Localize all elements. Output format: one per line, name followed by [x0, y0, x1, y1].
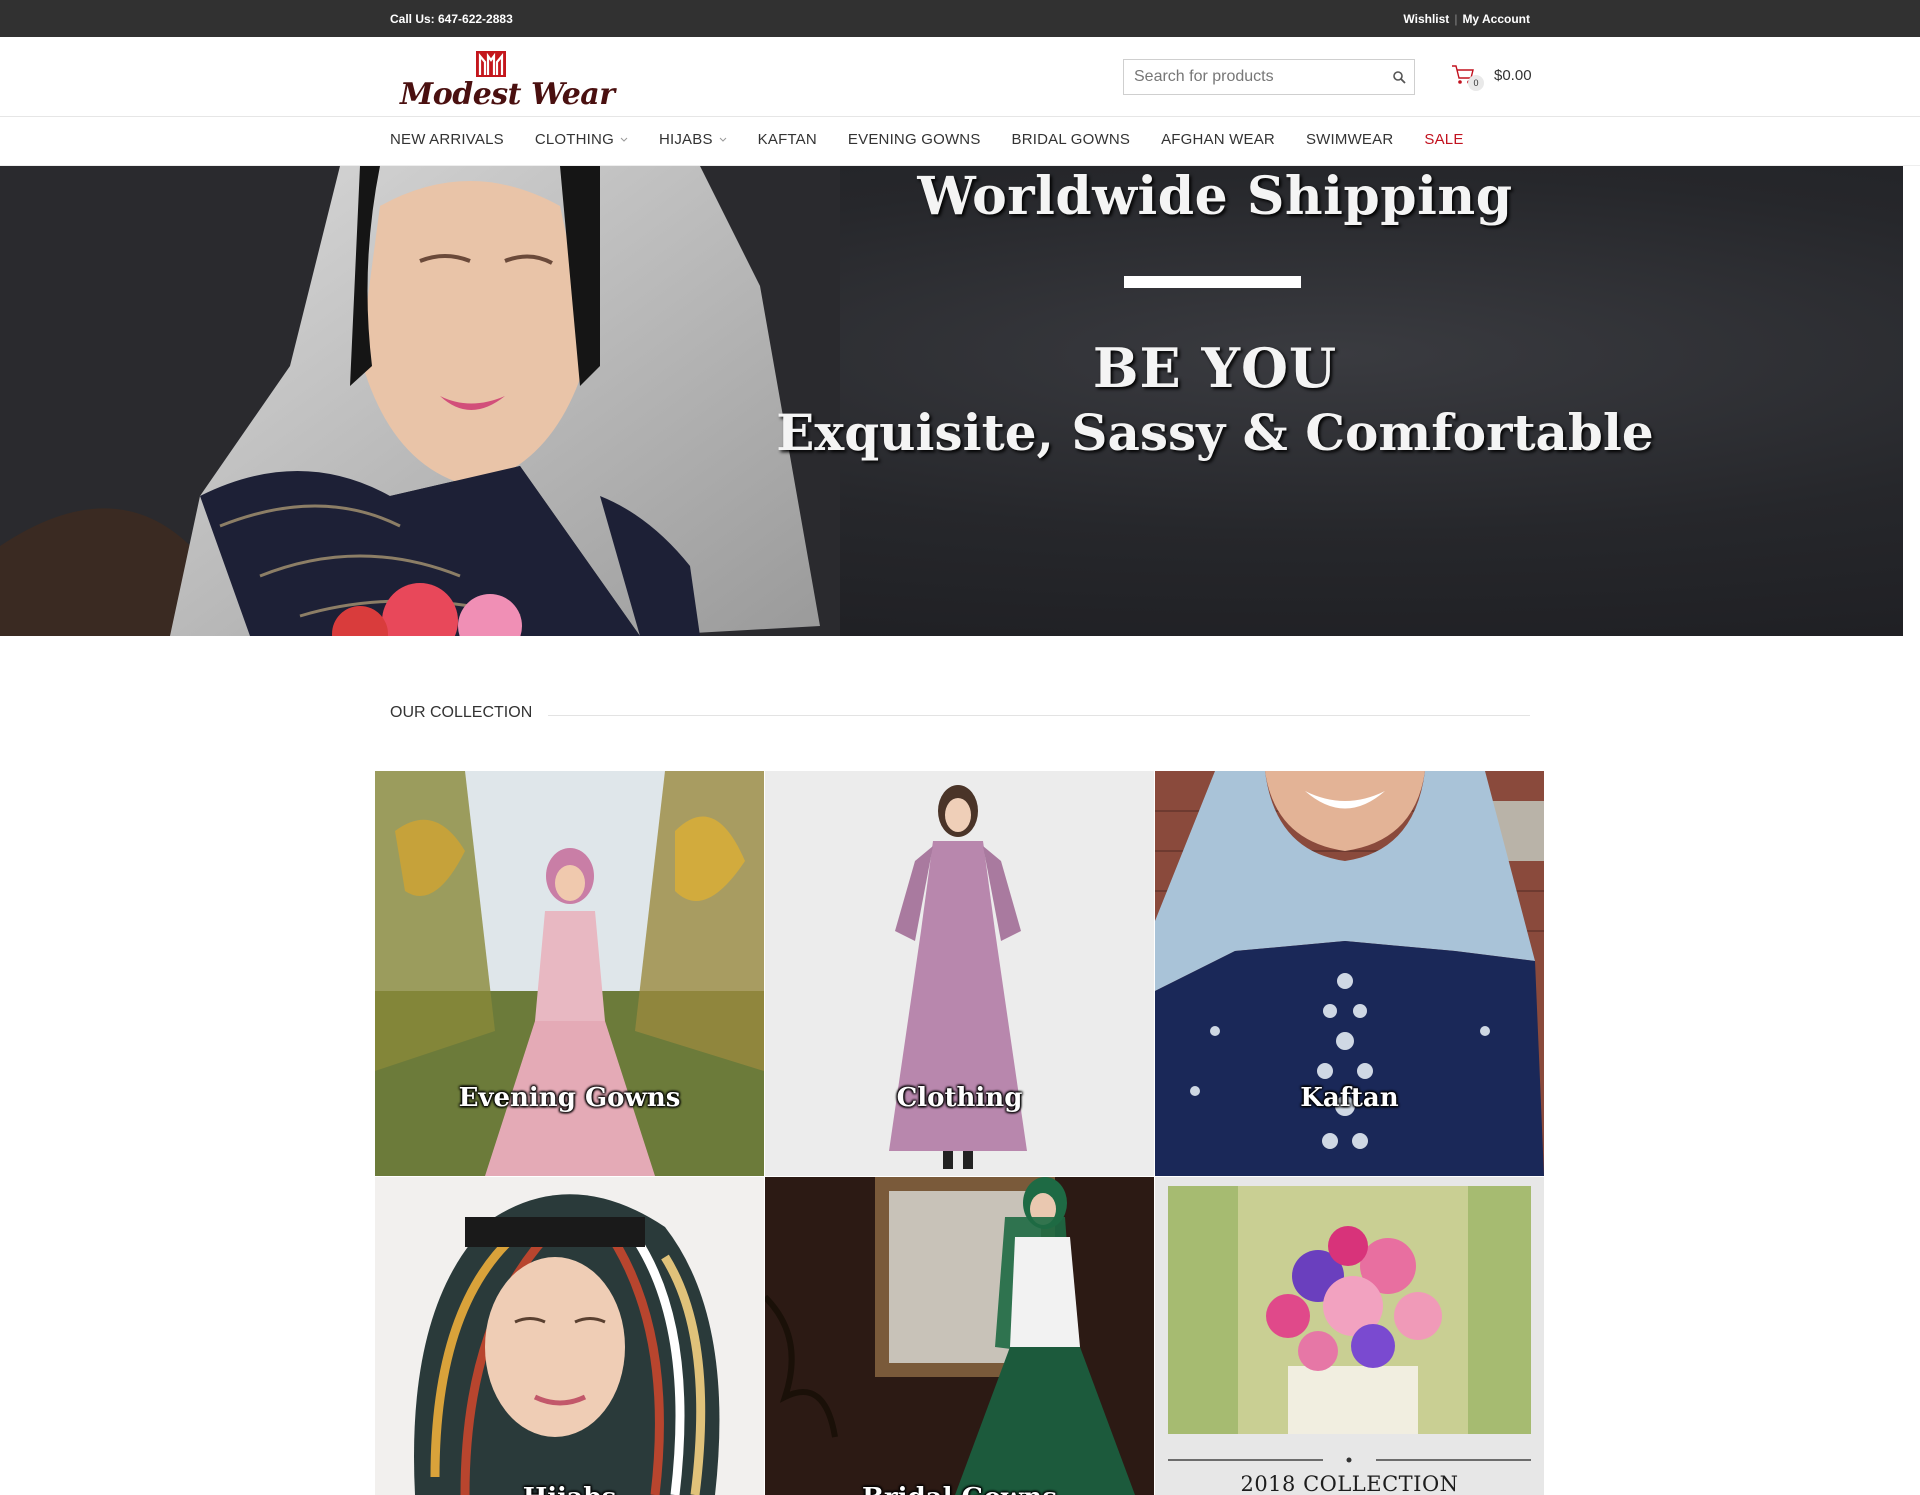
- account-links: Wishlist | My Account: [1403, 12, 1530, 26]
- hero-banner[interactable]: Worldwide Shipping BE YOU Exquisite, Sas…: [0, 166, 1903, 636]
- search-input[interactable]: [1124, 60, 1364, 94]
- collection-tile-clothing[interactable]: Clothing: [765, 771, 1154, 1176]
- collection-heading: OUR COLLECTION: [390, 704, 1530, 728]
- nav-item-kaftan[interactable]: KAFTAN: [758, 131, 817, 148]
- chevron-down-icon: [620, 137, 628, 142]
- bouquet-image: [1168, 1186, 1531, 1434]
- cart-total: $0.00: [1494, 67, 1532, 84]
- hero-divider: [1124, 276, 1301, 288]
- hijabs-image: [375, 1177, 764, 1495]
- tile-caption: Clothing: [896, 1083, 1023, 1113]
- logo-text: Modest Wear: [400, 77, 615, 112]
- tile-caption: Bridal Gowns: [765, 1483, 1154, 1495]
- nav-item-bridal-gowns[interactable]: BRIDAL GOWNS: [1012, 131, 1131, 148]
- collection-tile-evening-gowns[interactable]: Evening Gowns: [375, 771, 764, 1176]
- site-logo[interactable]: Modest Wear: [398, 43, 615, 112]
- collection-tile-2018[interactable]: 2018 COLLECTION: [1155, 1177, 1544, 1495]
- section-divider: [534, 715, 1530, 716]
- hero-tagline: BE YOU: [1092, 336, 1338, 400]
- nav-item-sale[interactable]: SALE: [1424, 131, 1463, 148]
- collection-2018-title: 2018 COLLECTION: [1240, 1472, 1459, 1495]
- search-box: [1123, 59, 1415, 95]
- collection-tile-bridal-gowns[interactable]: Bridal Gowns: [765, 1177, 1154, 1495]
- top-bar: Call Us: 647-622-2883 Wishlist | My Accoun…: [0, 0, 1920, 37]
- chevron-down-icon: [719, 137, 727, 142]
- nav-item-afghan-wear[interactable]: AFGHAN WEAR: [1161, 131, 1275, 148]
- search-icon[interactable]: [1392, 70, 1406, 84]
- logo-mark-icon: [476, 51, 506, 77]
- bridal-gowns-image: [765, 1177, 1154, 1495]
- section-title: OUR COLLECTION: [390, 704, 549, 721]
- ornament-divider: [1168, 1457, 1531, 1463]
- collection-tile-hijabs[interactable]: Hijabs: [375, 1177, 764, 1495]
- nav-item-evening-gowns[interactable]: EVENING GOWNS: [848, 131, 981, 148]
- main-nav: NEW ARRIVALS CLOTHING HIJABS KAFTAN EVEN…: [0, 118, 1920, 166]
- wishlist-link[interactable]: Wishlist: [1403, 12, 1449, 26]
- hero-model-image: [0, 166, 840, 636]
- clothing-image: [765, 771, 1154, 1176]
- phone-number: Call Us: 647-622-2883: [390, 12, 513, 26]
- nav-item-hijabs[interactable]: HIJABS: [659, 131, 727, 148]
- tile-caption: Kaftan: [1300, 1083, 1399, 1113]
- nav-item-swimwear[interactable]: SWIMWEAR: [1306, 131, 1393, 148]
- collection-grid: Evening Gowns Clothing Kaftan 2018 COLLE…: [375, 771, 1546, 1495]
- cart-count-badge: 0: [1468, 75, 1484, 91]
- nav-item-clothing[interactable]: CLOTHING: [535, 131, 628, 148]
- cart-widget[interactable]: 0 $0.00: [1450, 63, 1534, 91]
- my-account-link[interactable]: My Account: [1462, 12, 1530, 26]
- tile-caption: Hijabs: [375, 1483, 764, 1495]
- kaftan-image: [1155, 771, 1544, 1176]
- collection-tile-kaftan[interactable]: Kaftan: [1155, 771, 1544, 1176]
- tile-caption: Evening Gowns: [458, 1083, 681, 1113]
- hero-subtagline: Exquisite, Sassy & Comfortable: [776, 403, 1654, 462]
- nav-item-new-arrivals[interactable]: NEW ARRIVALS: [390, 131, 504, 148]
- site-header: Modest Wear 0 $0.00: [0, 37, 1920, 117]
- evening-gowns-image: [375, 771, 764, 1176]
- hero-title: Worldwide Shipping: [917, 166, 1513, 227]
- link-separator: |: [1454, 12, 1458, 26]
